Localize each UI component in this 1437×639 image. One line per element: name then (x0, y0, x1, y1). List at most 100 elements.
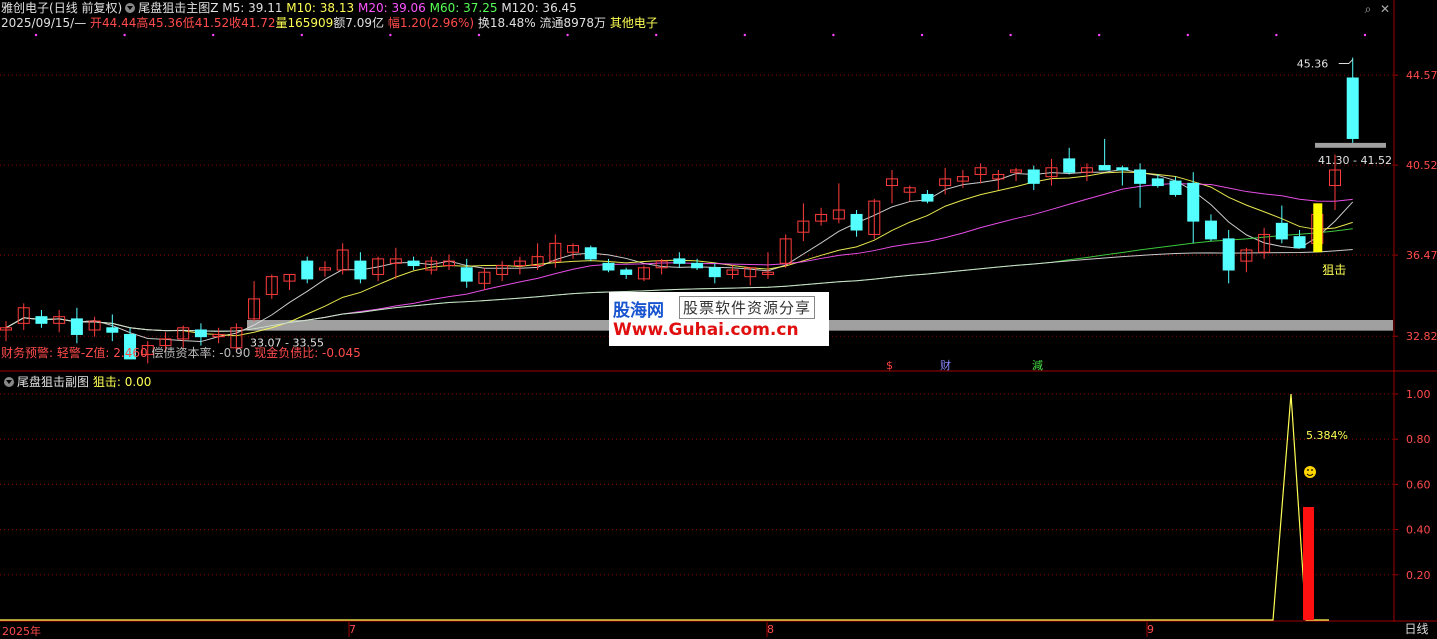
candle-body (194, 329, 207, 338)
price-tick-label: 40.52 (1406, 159, 1437, 172)
event-dot (1009, 33, 1012, 37)
ma60-legend: M60: 37.25 (429, 1, 498, 15)
month-label-jul: 7 (349, 623, 356, 636)
quote-amount: 额7.09亿 (333, 16, 385, 30)
quote-change: 幅1.20(2.96%) (387, 16, 475, 30)
event-dot (743, 33, 746, 37)
event-marker-s: $ (886, 359, 893, 372)
sub-dropdown-icon[interactable] (4, 377, 14, 387)
candle-body (301, 260, 314, 280)
price-tick-label: 44.57 (1406, 69, 1437, 82)
event-dot (920, 33, 924, 37)
range-right-label: 41.30 - 41.52 (1318, 154, 1392, 167)
candle-body (1187, 182, 1200, 222)
price-tick-label: 36.47 (1406, 249, 1437, 262)
search-icon[interactable]: ⌕ (1361, 2, 1375, 16)
period-label: (日线 前复权) (49, 1, 123, 15)
candle-body (1204, 220, 1217, 240)
logo-name: 股海网 (613, 301, 664, 321)
candle-body (106, 327, 119, 333)
event-dot (1275, 33, 1278, 37)
sub-percent-label: 5.384% (1306, 429, 1348, 442)
candle-body (1151, 178, 1164, 187)
smiley-eye-right (1311, 469, 1313, 471)
sub-indicator-name[interactable]: 尾盘狙击副图 (17, 375, 89, 389)
candle-body (460, 267, 473, 282)
ma120-legend: M120: 36.45 (501, 1, 577, 15)
event-marker-jian: 減 (1032, 358, 1043, 372)
event-dot (389, 33, 392, 37)
sub-tick-label: 0.60 (1406, 478, 1431, 491)
warning-line: 财务预警: 轻警-Z值: 2.460 偿债资本率: -0.90 现金负债比: -… (1, 346, 361, 360)
guhai-logo: 股海网 股票软件资源分享 Www.Guhai.com.cn (609, 292, 829, 346)
candle-body (1027, 169, 1040, 184)
quote-line: 2025/09/15/— 开44.44高45.36低41.52收41.72量16… (1, 16, 658, 30)
candle-body (1134, 169, 1147, 184)
candle-body (1275, 222, 1288, 240)
candle-body (354, 260, 367, 280)
sub-legend: 狙击: 0.00 (92, 375, 152, 389)
candle-body (673, 258, 686, 264)
candle-body (407, 260, 420, 267)
candle-body (1346, 77, 1359, 139)
sub-signal-bar (1303, 507, 1314, 620)
event-dot (34, 33, 38, 37)
time-axis: 2025年 7 8 9 (0, 622, 1395, 638)
candle-body (602, 262, 615, 271)
sub-tick-label: 0.80 (1406, 433, 1431, 446)
period-tab[interactable]: 日线 (1396, 622, 1437, 637)
warning-prefix: 财务预警: 轻警-Z值: 2.460 (1, 346, 148, 360)
month-label-sep: 9 (1147, 623, 1154, 636)
ma20-legend: M20: 39.06 (357, 1, 426, 15)
candle-body (921, 193, 934, 202)
event-dot (1098, 33, 1101, 37)
candle-body (1293, 236, 1306, 249)
candle-body (850, 213, 863, 231)
price-tick-label: 32.82 (1406, 330, 1437, 343)
sub-header: 尾盘狙击副图 狙击: 0.00 (1, 375, 151, 389)
header-line: 雅创电子(日线 前复权) 尾盘狙击主图Z M5: 39.11 M10: 38.13… (1, 1, 577, 15)
peak-label: 45.36 (1297, 58, 1329, 71)
event-dot (566, 33, 569, 37)
range-band-right (1315, 142, 1386, 148)
sub-tick-label: 0.40 (1406, 524, 1431, 537)
quote-float: 流通8978万 (539, 16, 607, 30)
month-label-aug: 8 (767, 623, 774, 636)
quote-sector[interactable]: 其他电子 (610, 16, 658, 30)
logo-url: Www.Guhai.com.cn (613, 320, 799, 340)
candle-body (1098, 165, 1111, 171)
quote-turnover: 换18.48% (477, 16, 536, 30)
event-dot (832, 33, 835, 37)
logo-tagline: 股票软件资源分享 (679, 296, 816, 319)
event-dot (123, 33, 126, 37)
sub-tick-label: 1.00 (1406, 388, 1431, 401)
quote-low: 低41.52 (182, 16, 230, 30)
smiley-icon (1304, 466, 1316, 478)
stock-name[interactable]: 雅创电子 (1, 1, 49, 15)
signal-bar (1313, 203, 1323, 253)
candle-body (70, 318, 83, 335)
event-dot (212, 33, 215, 37)
warning-mid: 偿债资本率: -0.90 (151, 346, 251, 360)
peak-pointer (1338, 59, 1354, 65)
event-dot (655, 33, 658, 37)
event-dot (1363, 33, 1367, 37)
close-icon[interactable]: ✕ (1378, 2, 1392, 16)
ma10-legend: M10: 38.13 (286, 1, 355, 15)
quote-volume: 量165909 (275, 16, 334, 30)
candle-body (1222, 238, 1235, 271)
ma5-legend: M5: 39.11 (222, 1, 283, 15)
quote-open: 开44.44 (90, 16, 137, 30)
event-dot (300, 33, 303, 37)
candle-body (35, 316, 48, 324)
candle-body (1169, 180, 1182, 195)
warning-suffix: 现金负债比: -0.045 (254, 346, 361, 360)
candle-body (1116, 167, 1129, 171)
candle-body (1063, 158, 1076, 173)
candle-body (691, 262, 704, 269)
dropdown-icon[interactable] (125, 3, 136, 13)
sub-signal-line (0, 393, 1329, 621)
candle-body (708, 267, 721, 278)
quote-date: 2025/09/15/— (1, 16, 87, 30)
main-indicator-name[interactable]: 尾盘狙击主图Z (138, 1, 218, 15)
